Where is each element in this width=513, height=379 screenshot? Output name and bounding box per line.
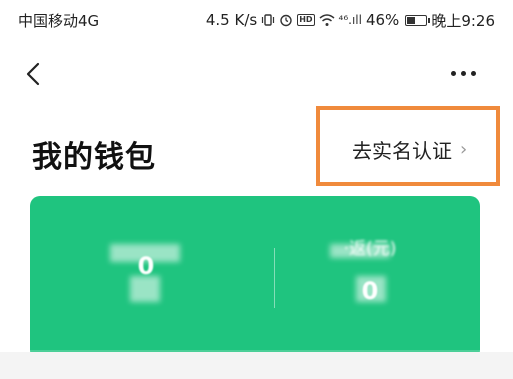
verify-label: 去实名认证 <box>352 139 452 163</box>
bottom-panel <box>0 352 513 379</box>
battery-fill <box>407 16 416 24</box>
more-dots-icon <box>470 70 476 76</box>
back-button[interactable] <box>18 56 48 92</box>
wifi-icon <box>319 13 335 27</box>
chevron-left-icon <box>26 62 40 86</box>
real-name-verify-link[interactable]: 去实名认证 › <box>352 135 467 164</box>
rebate-column[interactable]: ·返(元) 0 <box>270 234 470 305</box>
chevron-right-icon: › <box>460 139 468 160</box>
alarm-icon <box>279 13 293 27</box>
more-dots-icon <box>450 70 456 76</box>
carrier-label: 中国移动4G <box>18 11 100 30</box>
nav-bar <box>0 52 513 96</box>
more-dots-icon <box>460 70 466 76</box>
network-speed: 4.5 K/s <box>205 11 258 29</box>
page-title: 我的钱包 <box>32 140 156 175</box>
rebate-label: ·返(元) <box>343 239 397 259</box>
wallet-card: 0 ·返(元) 0 <box>30 196 480 360</box>
vibrate-icon <box>261 13 275 27</box>
battery-percent: 46% <box>365 11 400 29</box>
rebate-value: 0 <box>361 277 379 305</box>
status-indicators: 4.5 K/s HD ⁴⁶.ıll 46% 晚上9:26 <box>206 10 495 31</box>
hd-icon: HD <box>297 14 315 26</box>
clock-time: 晚上9:26 <box>431 11 495 30</box>
balance-column[interactable]: 0 <box>46 234 246 280</box>
status-bar: 中国移动4G 4.5 K/s HD ⁴⁶.ıll 46% 晚上9:26 <box>0 0 513 40</box>
balance-value: 0 <box>137 252 155 280</box>
battery-icon <box>405 14 431 26</box>
cellular-signal-icon: ⁴⁶.ıll <box>338 13 362 27</box>
more-options-button[interactable] <box>443 58 483 88</box>
